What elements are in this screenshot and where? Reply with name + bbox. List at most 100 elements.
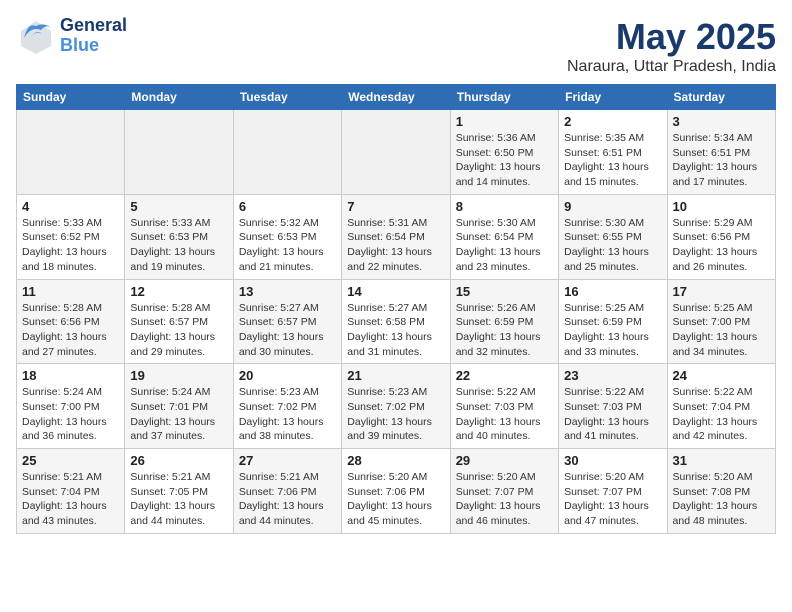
- weekday-header-thursday: Thursday: [450, 85, 558, 110]
- cell-info: Sunrise: 5:20 AMSunset: 7:06 PMDaylight:…: [347, 470, 444, 529]
- sunset-label: Sunset: 6:54 PM: [456, 231, 534, 243]
- sunrise-label: Sunrise: 5:36 AM: [456, 132, 536, 144]
- calendar-cell: 19Sunrise: 5:24 AMSunset: 7:01 PMDayligh…: [125, 364, 233, 449]
- day-number: 23: [564, 368, 661, 383]
- day-number: 11: [22, 284, 119, 299]
- calendar-cell: [17, 110, 125, 195]
- logo-blue: Blue: [60, 36, 127, 56]
- day-number: 10: [673, 199, 770, 214]
- daylight-label: Daylight: 13 hours and 22 minutes.: [347, 246, 432, 273]
- calendar-cell: 11Sunrise: 5:28 AMSunset: 6:56 PMDayligh…: [17, 279, 125, 364]
- daylight-label: Daylight: 13 hours and 34 minutes.: [673, 331, 758, 358]
- daylight-label: Daylight: 13 hours and 18 minutes.: [22, 246, 107, 273]
- cell-info: Sunrise: 5:20 AMSunset: 7:07 PMDaylight:…: [564, 470, 661, 529]
- weekday-header-wednesday: Wednesday: [342, 85, 450, 110]
- cell-info: Sunrise: 5:22 AMSunset: 7:03 PMDaylight:…: [456, 385, 553, 444]
- calendar-cell: 20Sunrise: 5:23 AMSunset: 7:02 PMDayligh…: [233, 364, 341, 449]
- sunrise-label: Sunrise: 5:23 AM: [239, 386, 319, 398]
- calendar-cell: 27Sunrise: 5:21 AMSunset: 7:06 PMDayligh…: [233, 449, 341, 534]
- calendar-table: SundayMondayTuesdayWednesdayThursdayFrid…: [16, 84, 776, 534]
- daylight-label: Daylight: 13 hours and 39 minutes.: [347, 416, 432, 443]
- sunrise-label: Sunrise: 5:24 AM: [130, 386, 210, 398]
- calendar-cell: 22Sunrise: 5:22 AMSunset: 7:03 PMDayligh…: [450, 364, 558, 449]
- sunset-label: Sunset: 7:06 PM: [347, 486, 425, 498]
- daylight-label: Daylight: 13 hours and 30 minutes.: [239, 331, 324, 358]
- daylight-label: Daylight: 13 hours and 14 minutes.: [456, 161, 541, 188]
- cell-info: Sunrise: 5:26 AMSunset: 6:59 PMDaylight:…: [456, 301, 553, 360]
- sunrise-label: Sunrise: 5:20 AM: [347, 471, 427, 483]
- day-number: 2: [564, 114, 661, 129]
- calendar-cell: 23Sunrise: 5:22 AMSunset: 7:03 PMDayligh…: [559, 364, 667, 449]
- cell-info: Sunrise: 5:33 AMSunset: 6:53 PMDaylight:…: [130, 216, 227, 275]
- sunset-label: Sunset: 6:57 PM: [239, 316, 317, 328]
- weekday-header-monday: Monday: [125, 85, 233, 110]
- sunrise-label: Sunrise: 5:22 AM: [673, 386, 753, 398]
- sunrise-label: Sunrise: 5:25 AM: [564, 302, 644, 314]
- cell-info: Sunrise: 5:21 AMSunset: 7:04 PMDaylight:…: [22, 470, 119, 529]
- sunset-label: Sunset: 7:05 PM: [130, 486, 208, 498]
- calendar-cell: 21 Sunrise: 5:23 AMSunset: 7:02 PMDayligh…: [342, 364, 450, 449]
- sunset-label: Sunset: 6:59 PM: [564, 316, 642, 328]
- weekday-header-friday: Friday: [559, 85, 667, 110]
- cell-info: Sunrise: 5:24 AMSunset: 7:00 PMDaylight:…: [22, 385, 119, 444]
- day-number: 27: [239, 453, 336, 468]
- calendar-week-4: 18 Sunrise: 5:24 AMSunset: 7:00 PMDayligh…: [17, 364, 776, 449]
- location: Naraura, Uttar Pradesh, India: [567, 58, 776, 76]
- calendar-week-5: 25Sunrise: 5:21 AMSunset: 7:04 PMDayligh…: [17, 449, 776, 534]
- weekday-header-tuesday: Tuesday: [233, 85, 341, 110]
- daylight-label: Daylight: 13 hours and 47 minutes.: [564, 500, 649, 527]
- calendar-cell: 15Sunrise: 5:26 AMSunset: 6:59 PMDayligh…: [450, 279, 558, 364]
- sunset-label: Sunset: 7:04 PM: [673, 401, 751, 413]
- sunset-label: Sunset: 6:50 PM: [456, 147, 534, 159]
- calendar-cell: 9 Sunrise: 5:30 AMSunset: 6:55 PMDaylight…: [559, 194, 667, 279]
- sunset-label: Sunset: 6:56 PM: [673, 231, 751, 243]
- sunrise-label: Sunrise: 5:28 AM: [130, 302, 210, 314]
- daylight-label: Daylight: 13 hours and 37 minutes.: [130, 416, 215, 443]
- cell-info: Sunrise: 5:20 AMSunset: 7:07 PMDaylight:…: [456, 470, 553, 529]
- sunrise-label: Sunrise: 5:20 AM: [456, 471, 536, 483]
- day-number: 28: [347, 453, 444, 468]
- title-block: May 2025 Naraura, Uttar Pradesh, India: [567, 16, 776, 76]
- sunrise-label: Sunrise: 5:22 AM: [564, 386, 644, 398]
- day-number: 3: [673, 114, 770, 129]
- calendar-cell: 5Sunrise: 5:33 AMSunset: 6:53 PMDaylight…: [125, 194, 233, 279]
- daylight-label: Daylight: 13 hours and 38 minutes.: [239, 416, 324, 443]
- sunset-label: Sunset: 7:01 PM: [130, 401, 208, 413]
- sunrise-label: Sunrise: 5:22 AM: [456, 386, 536, 398]
- sunrise-label: Sunrise: 5:29 AM: [673, 217, 753, 229]
- day-number: 9: [564, 199, 661, 214]
- sunrise-label: Sunrise: 5:32 AM: [239, 217, 319, 229]
- sunset-label: Sunset: 6:53 PM: [239, 231, 317, 243]
- sunset-label: Sunset: 6:51 PM: [564, 147, 642, 159]
- sunrise-label: Sunrise: 5:31 AM: [347, 217, 427, 229]
- daylight-label: Daylight: 13 hours and 27 minutes.: [22, 331, 107, 358]
- weekday-header-sunday: Sunday: [17, 85, 125, 110]
- sunset-label: Sunset: 7:07 PM: [564, 486, 642, 498]
- day-number: 24: [673, 368, 770, 383]
- calendar-cell: [125, 110, 233, 195]
- calendar-cell: 29Sunrise: 5:20 AMSunset: 7:07 PMDayligh…: [450, 449, 558, 534]
- daylight-label: Daylight: 13 hours and 25 minutes.: [564, 246, 649, 273]
- calendar-cell: 4Sunrise: 5:33 AMSunset: 6:52 PMDaylight…: [17, 194, 125, 279]
- daylight-label: Daylight: 13 hours and 43 minutes.: [22, 500, 107, 527]
- sunset-label: Sunset: 7:08 PM: [673, 486, 751, 498]
- daylight-label: Daylight: 13 hours and 26 minutes.: [673, 246, 758, 273]
- daylight-label: Daylight: 13 hours and 15 minutes.: [564, 161, 649, 188]
- daylight-label: Daylight: 13 hours and 33 minutes.: [564, 331, 649, 358]
- cell-info: Sunrise: 5:30 AMSunset: 6:55 PMDaylight:…: [564, 216, 661, 275]
- cell-info: Sunrise: 5:25 AMSunset: 7:00 PMDaylight:…: [673, 301, 770, 360]
- logo-general: General: [60, 16, 127, 36]
- sunset-label: Sunset: 7:03 PM: [456, 401, 534, 413]
- day-number: 4: [22, 199, 119, 214]
- calendar-cell: 30Sunrise: 5:20 AMSunset: 7:07 PMDayligh…: [559, 449, 667, 534]
- sunset-label: Sunset: 7:02 PM: [347, 401, 425, 413]
- sunset-label: Sunset: 6:58 PM: [347, 316, 425, 328]
- daylight-label: Daylight: 13 hours and 36 minutes.: [22, 416, 107, 443]
- day-number: 18: [22, 368, 119, 383]
- calendar-cell: 28Sunrise: 5:20 AMSunset: 7:06 PMDayligh…: [342, 449, 450, 534]
- cell-info: Sunrise: 5:23 AMSunset: 7:02 PMDaylight:…: [347, 385, 444, 444]
- sunset-label: Sunset: 6:55 PM: [564, 231, 642, 243]
- daylight-label: Daylight: 13 hours and 44 minutes.: [130, 500, 215, 527]
- cell-info: Sunrise: 5:32 AMSunset: 6:53 PMDaylight:…: [239, 216, 336, 275]
- day-number: 21: [347, 368, 444, 383]
